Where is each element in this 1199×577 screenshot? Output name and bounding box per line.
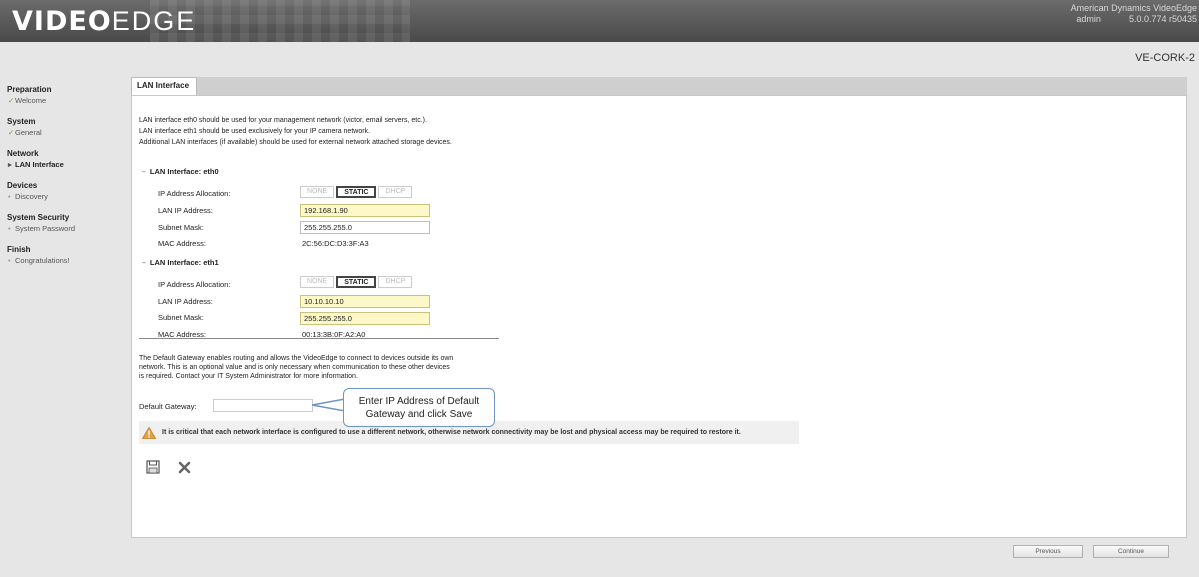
- eth1-mask-input[interactable]: 255.255.255.0: [300, 312, 430, 325]
- sidebar-item-system-password[interactable]: • System Password: [7, 223, 127, 234]
- sidebar-section-preparation: Preparation ✓Welcome: [7, 84, 127, 106]
- intro-text: LAN interface eth0 should be used for yo…: [139, 117, 452, 146]
- arrow-right-icon: ▸: [8, 160, 12, 169]
- eth0-heading[interactable]: – LAN Interface: eth0: [142, 167, 219, 176]
- sidebar-item-congratulations[interactable]: • Congratulations!: [7, 255, 127, 266]
- sidebar-section-title: System: [7, 117, 36, 126]
- sidebar-section-title: System Security: [7, 213, 70, 222]
- eth1-alloc-label: IP Address Allocation:: [158, 280, 231, 289]
- eth0-alloc-dhcp[interactable]: DHCP: [378, 186, 413, 198]
- save-button[interactable]: [146, 460, 160, 476]
- sidebar-section-title: Preparation: [7, 85, 52, 94]
- eth0-ip-label: LAN IP Address:: [158, 206, 213, 215]
- sidebar-section-finish: Finish • Congratulations!: [7, 244, 127, 266]
- collapse-icon: –: [142, 169, 146, 176]
- warning-text: It is critical that each network interfa…: [162, 429, 741, 436]
- bullet-icon: •: [8, 256, 11, 265]
- sidebar-item-general[interactable]: ✓General: [7, 127, 127, 138]
- eth1-alloc-none[interactable]: NONE: [300, 276, 335, 288]
- sidebar-section-title: Devices: [7, 181, 38, 190]
- tab-lan-interface[interactable]: LAN Interface: [131, 77, 197, 95]
- check-icon: ✓: [8, 128, 15, 137]
- version-label: 5.0.0.774 r50435: [1128, 14, 1197, 24]
- eth0-alloc-none[interactable]: NONE: [300, 186, 335, 198]
- sidebar-section-title: Network: [7, 149, 39, 158]
- eth0-alloc-toggle: NONE STATIC DHCP: [300, 186, 413, 198]
- eth1-ip-label: LAN IP Address:: [158, 297, 213, 306]
- eth1-alloc-static[interactable]: STATIC: [336, 276, 377, 288]
- sidebar-section-system-security: System Security • System Password: [7, 212, 127, 234]
- sidebar-section-network: Network ▸ LAN Interface: [7, 148, 127, 170]
- instruction-callout: Enter IP Address of Default Gateway and …: [343, 388, 495, 427]
- current-user: admin: [1076, 14, 1101, 24]
- eth0-alloc-static[interactable]: STATIC: [336, 186, 377, 198]
- videoedge-logo: VIDEOEDGE: [12, 6, 197, 37]
- gateway-label: Default Gateway:: [139, 402, 197, 411]
- sidebar-item-discovery[interactable]: • Discovery: [7, 191, 127, 202]
- warning-icon: [142, 426, 156, 439]
- lan-interface-panel: LAN interface eth0 should be used for yo…: [131, 95, 1187, 538]
- default-gateway-input[interactable]: [213, 399, 313, 412]
- continue-button[interactable]: Continue: [1093, 545, 1169, 558]
- eth1-alloc-toggle: NONE STATIC DHCP: [300, 276, 413, 288]
- product-info: American Dynamics VideoEdge admin 5.0.0.…: [1071, 3, 1197, 25]
- eth1-mask-label: Subnet Mask:: [158, 313, 204, 322]
- close-icon: [178, 461, 191, 474]
- eth0-alloc-label: IP Address Allocation:: [158, 189, 231, 198]
- eth0-mac-label: MAC Address:: [158, 239, 206, 248]
- gateway-description: The Default Gateway enables routing and …: [139, 355, 454, 380]
- wizard-sidebar: Preparation ✓Welcome System ✓General Net…: [7, 84, 127, 276]
- eth0-mac-value: 2C:56:DC:D3:3F:A3: [302, 239, 369, 248]
- bullet-icon: •: [8, 224, 11, 233]
- section-divider: [139, 338, 499, 339]
- hostname: VE-CORK-2: [1135, 52, 1195, 64]
- bullet-icon: •: [8, 192, 11, 201]
- save-icon: [146, 460, 160, 474]
- eth0-ip-input[interactable]: 192.168.1.90: [300, 204, 430, 217]
- eth1-heading[interactable]: – LAN Interface: eth1: [142, 258, 219, 267]
- app-header: VIDEOEDGE American Dynamics VideoEdge ad…: [0, 0, 1199, 42]
- tab-strip: [197, 77, 1187, 95]
- eth0-mask-input[interactable]: 255.255.255.0: [300, 221, 430, 234]
- sidebar-section-title: Finish: [7, 245, 31, 254]
- eth1-ip-input[interactable]: 10.10.10.10: [300, 295, 430, 308]
- product-name: American Dynamics VideoEdge: [1070, 3, 1197, 13]
- sidebar-item-welcome[interactable]: ✓Welcome: [7, 95, 127, 106]
- previous-button[interactable]: Previous: [1013, 545, 1083, 558]
- collapse-icon: –: [142, 260, 146, 267]
- eth0-mask-label: Subnet Mask:: [158, 223, 204, 232]
- eth1-alloc-dhcp[interactable]: DHCP: [378, 276, 413, 288]
- sidebar-section-system: System ✓General: [7, 116, 127, 138]
- sidebar-item-lan-interface[interactable]: ▸ LAN Interface: [7, 159, 127, 170]
- check-icon: ✓: [8, 96, 15, 105]
- sidebar-section-devices: Devices • Discovery: [7, 180, 127, 202]
- cancel-button[interactable]: [178, 461, 191, 476]
